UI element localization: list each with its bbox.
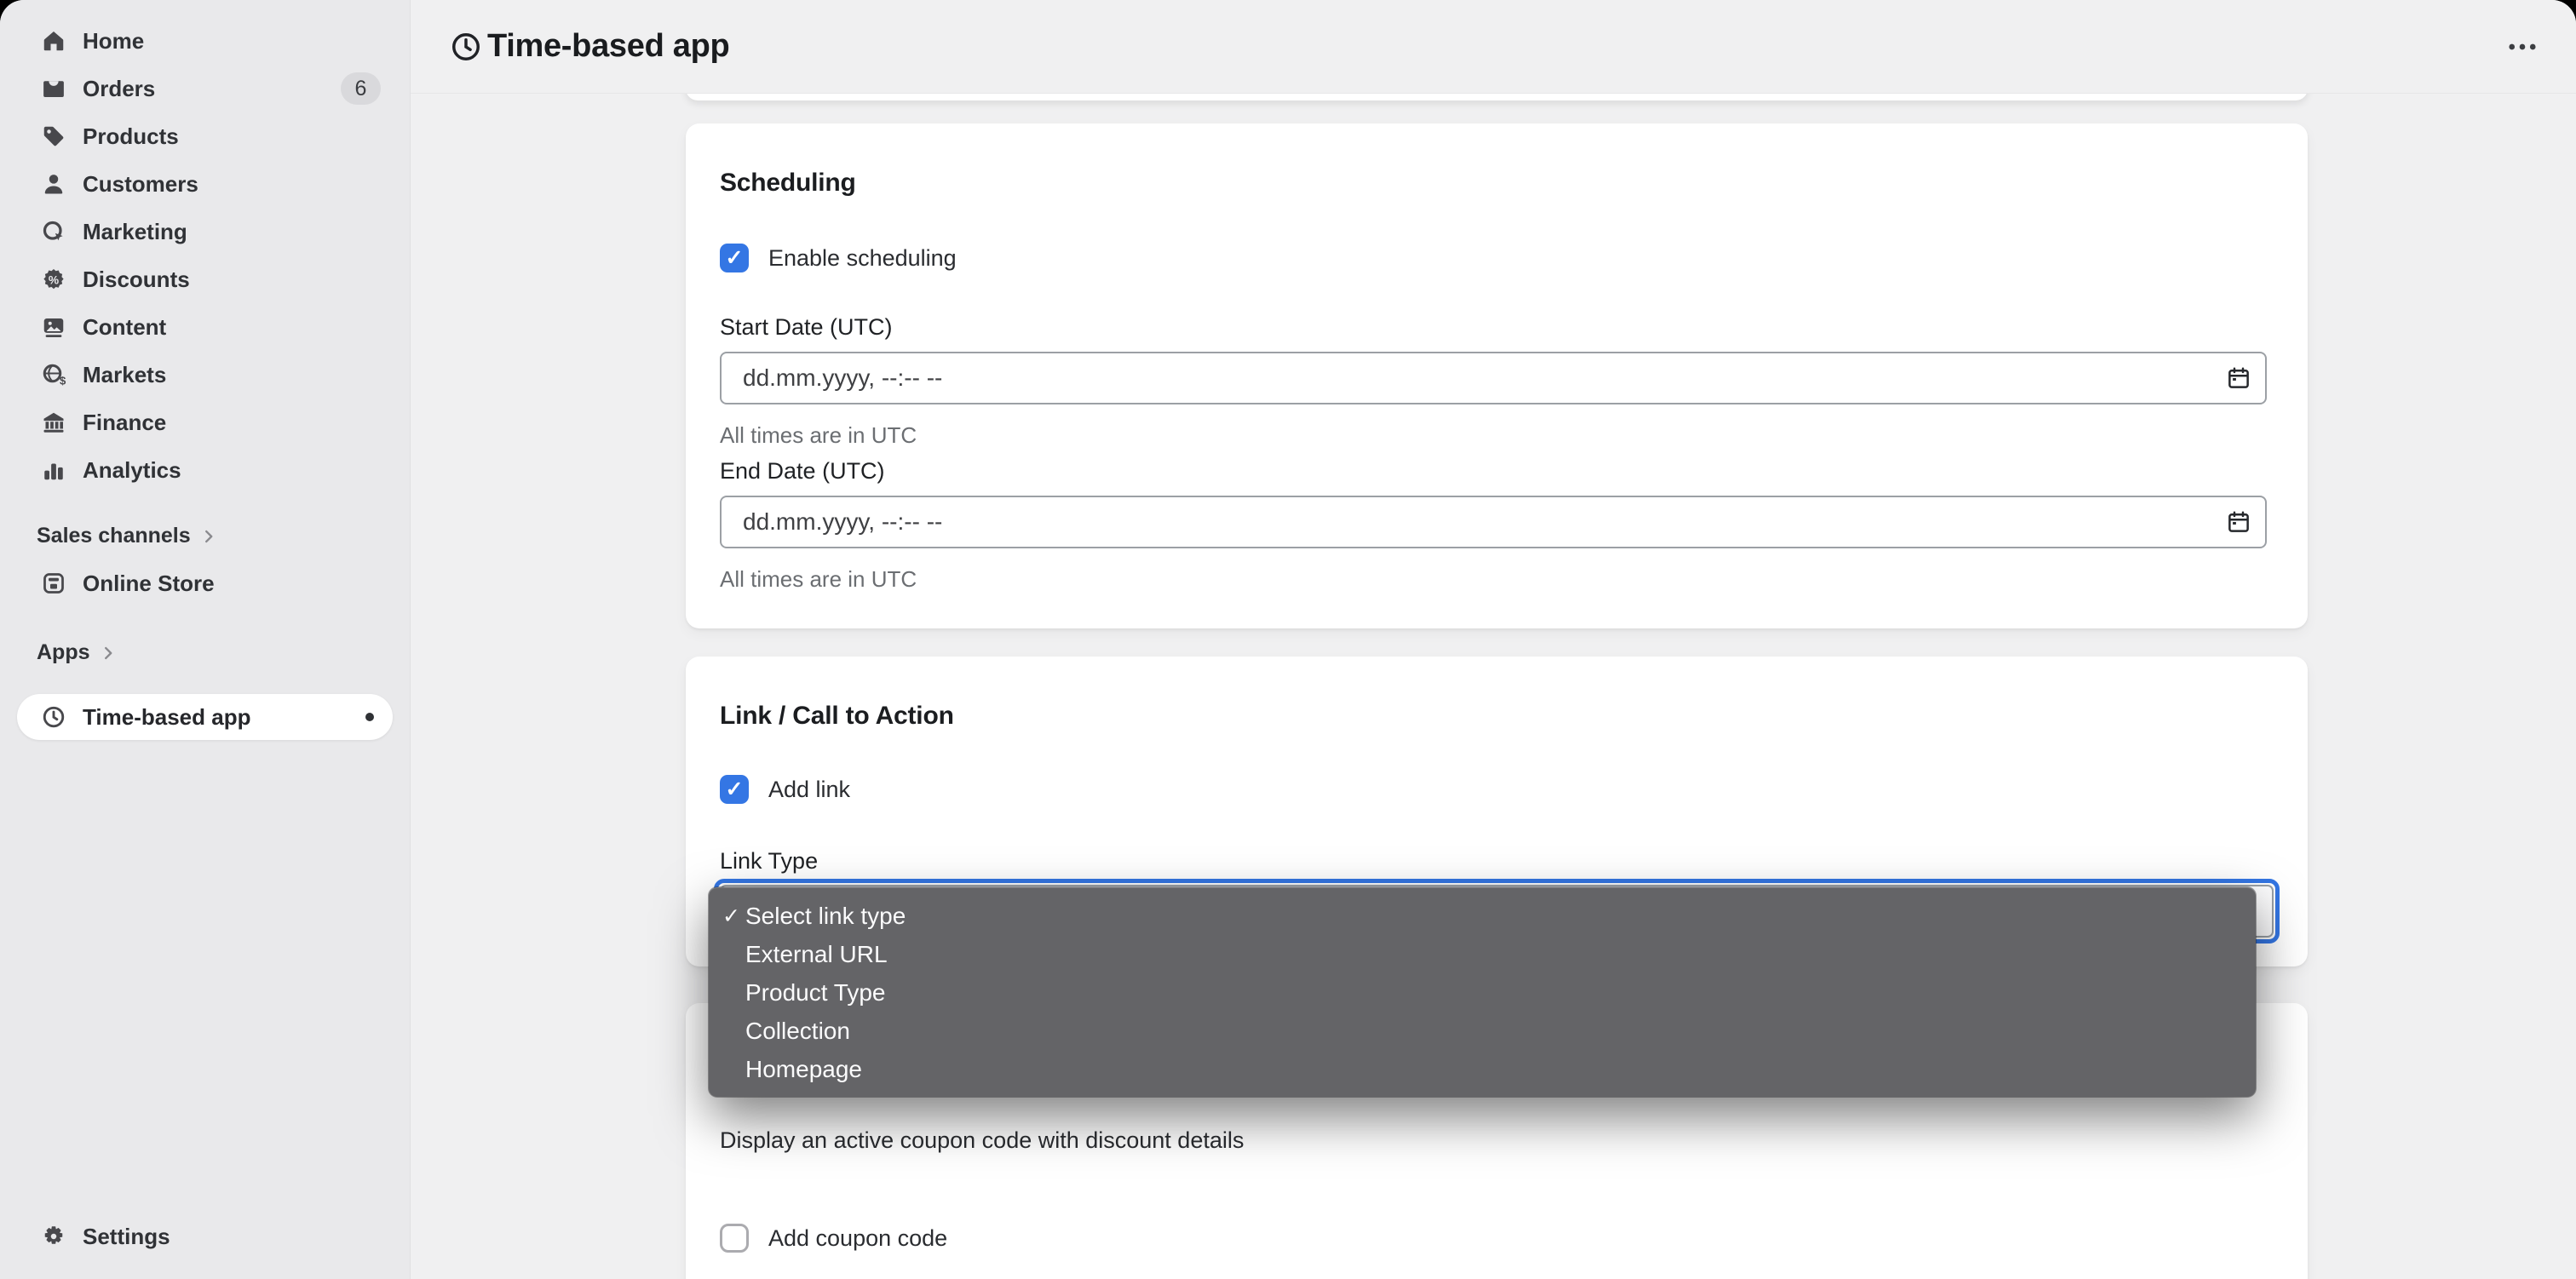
apps-header[interactable]: Apps (17, 636, 393, 668)
check-icon: ✓ (726, 245, 744, 271)
enable-scheduling-label: Enable scheduling (768, 245, 957, 272)
sidebar-item-label: Products (83, 123, 179, 150)
tag-icon (41, 123, 66, 149)
sidebar-item-products[interactable]: Products (17, 112, 393, 160)
target-cursor-icon (41, 219, 66, 244)
add-link-label: Add link (768, 777, 850, 803)
image-icon (41, 314, 66, 340)
svg-text:$: $ (60, 374, 66, 387)
chevron-right-icon (199, 527, 218, 546)
dropdown-option-external-url[interactable]: External URL (709, 935, 2256, 973)
dropdown-option-product-type[interactable]: Product Type (709, 973, 2256, 1012)
chevron-right-icon (99, 644, 118, 662)
gear-icon (41, 1224, 66, 1249)
sidebar-item-label: Time-based app (83, 704, 250, 731)
sidebar-item-label: Online Store (83, 571, 215, 597)
sidebar-item-label: Finance (83, 410, 166, 436)
sidebar-item-time-based-app[interactable]: Time-based app (17, 694, 393, 740)
discount-seal-icon: % (41, 267, 66, 292)
scheduling-heading: Scheduling (720, 169, 2274, 198)
page-title: Time-based app (487, 28, 729, 65)
link-cta-heading: Link / Call to Action (720, 702, 2274, 731)
end-date-label: End Date (UTC) (720, 459, 2274, 483)
link-type-dropdown: ✓ Select link type External URL Product … (709, 887, 2256, 1097)
end-date-input[interactable] (720, 496, 2267, 548)
person-icon (41, 171, 66, 197)
sidebar-item-content[interactable]: Content (17, 303, 393, 351)
sales-channels-header[interactable]: Sales channels (17, 519, 393, 552)
dropdown-option-select-link-type[interactable]: ✓ Select link type (709, 897, 2256, 935)
more-actions-button[interactable] (2502, 26, 2543, 67)
sidebar-item-label: Discounts (83, 267, 190, 293)
storefront-icon (41, 571, 66, 596)
start-date-label: Start Date (UTC) (720, 315, 2274, 339)
home-icon (41, 28, 66, 54)
orders-count-badge: 6 (341, 72, 381, 105)
shopify-admin-window: Home Orders 6 Products Customers M (0, 0, 2576, 1279)
sidebar-item-label: Marketing (83, 219, 187, 245)
check-icon: ✓ (726, 777, 744, 802)
sidebar: Home Orders 6 Products Customers M (0, 0, 411, 1279)
ellipsis-icon (2504, 29, 2540, 65)
calendar-icon[interactable] (2226, 509, 2251, 535)
sidebar-item-label: Settings (83, 1224, 170, 1250)
sidebar-item-label: Customers (83, 171, 198, 198)
clock-icon (450, 31, 482, 63)
enable-scheduling-checkbox[interactable]: ✓ (720, 244, 749, 272)
sidebar-item-orders[interactable]: Orders 6 (17, 65, 393, 112)
sidebar-item-online-store[interactable]: Online Store (17, 559, 393, 607)
sidebar-item-settings[interactable]: Settings (17, 1213, 393, 1260)
sidebar-item-label: Orders (83, 76, 155, 102)
sidebar-item-markets[interactable]: $ Markets (17, 351, 393, 399)
sidebar-item-label: Analytics (83, 457, 181, 484)
bank-icon (41, 410, 66, 435)
sidebar-item-marketing[interactable]: Marketing (17, 208, 393, 255)
clock-icon (41, 704, 66, 730)
sidebar-item-discounts[interactable]: % Discounts (17, 255, 393, 303)
start-date-input[interactable] (720, 352, 2267, 404)
svg-text:%: % (49, 273, 59, 286)
dropdown-option-collection[interactable]: Collection (709, 1012, 2256, 1050)
bar-chart-icon (41, 457, 66, 483)
scheduling-card: Scheduling ✓ Enable scheduling Start Dat… (686, 123, 2308, 628)
add-coupon-label: Add coupon code (768, 1225, 947, 1252)
add-link-row: ✓ Add link (720, 775, 2274, 804)
sidebar-item-analytics[interactable]: Analytics (17, 446, 393, 494)
sidebar-item-finance[interactable]: Finance (17, 399, 393, 446)
add-coupon-row: Add coupon code (720, 1224, 2274, 1253)
sidebar-item-label: Markets (83, 362, 166, 388)
start-date-helper: All times are in UTC (720, 423, 2274, 447)
globe-dollar-icon: $ (41, 362, 66, 387)
sidebar-item-customers[interactable]: Customers (17, 160, 393, 208)
sidebar-item-label: Home (83, 28, 144, 54)
end-date-helper: All times are in UTC (720, 567, 2274, 591)
orders-icon (41, 76, 66, 101)
add-coupon-checkbox[interactable] (720, 1224, 749, 1253)
sidebar-item-label: Content (83, 314, 166, 341)
calendar-icon[interactable] (2226, 365, 2251, 391)
sidebar-item-home[interactable]: Home (17, 17, 393, 65)
link-type-label: Link Type (720, 849, 2274, 873)
coupon-description: Display an active coupon code with disco… (720, 1128, 2274, 1152)
add-link-checkbox[interactable]: ✓ (720, 775, 749, 804)
dropdown-option-homepage[interactable]: Homepage (709, 1050, 2256, 1088)
notification-dot (365, 713, 374, 721)
check-icon: ✓ (722, 903, 740, 929)
page-header: Time-based app (411, 0, 2576, 94)
enable-scheduling-row: ✓ Enable scheduling (720, 244, 2274, 272)
end-date-field[interactable] (743, 508, 2226, 536)
start-date-field[interactable] (743, 364, 2226, 392)
